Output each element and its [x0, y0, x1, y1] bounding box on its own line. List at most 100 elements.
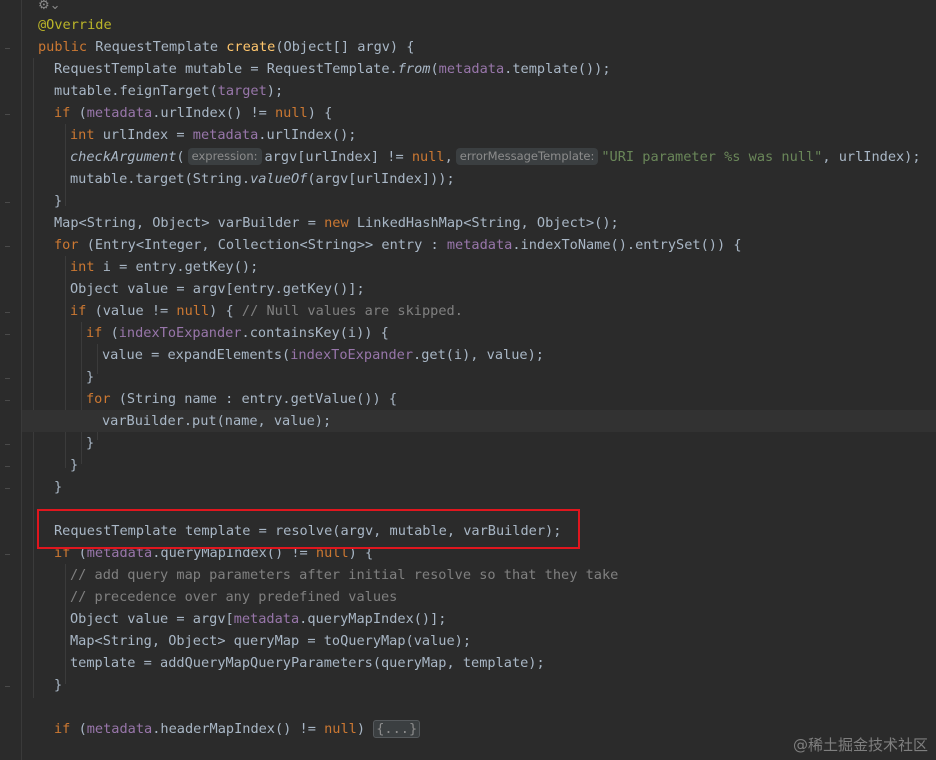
code-token: LinkedHashMap<String, Object>(); [356, 215, 619, 231]
settings-icon: ⚙ [38, 0, 50, 13]
code-line[interactable]: RequestTemplate mutable = RequestTemplat… [22, 58, 936, 80]
fold-marker[interactable] [5, 686, 10, 687]
code-token: } [86, 369, 95, 385]
keyword-token: public [38, 39, 96, 55]
code-line[interactable]: for (Entry<Integer, Collection<String>> … [22, 234, 936, 256]
code-line[interactable]: // precedence over any predefined values [22, 586, 936, 608]
fold-marker[interactable] [5, 444, 10, 445]
code-token: } [86, 435, 95, 451]
code-token: Map<String, Object> varBuilder = [54, 215, 325, 231]
code-token: Map<String, Object> queryMap = toQueryMa… [70, 633, 472, 649]
code-line[interactable]: checkArgument(expression: argv[urlIndex] … [22, 146, 936, 168]
fold-marker[interactable] [5, 378, 10, 379]
code-token: varBuilder.put(name, value); [102, 413, 332, 429]
code-token: ); [266, 83, 284, 99]
code-line[interactable]: public RequestTemplate create(Object[] a… [22, 36, 936, 58]
code-line[interactable]: @Override [22, 14, 936, 36]
code-line[interactable]: Object value = argv[metadata.queryMapInd… [22, 608, 936, 630]
code-token: .indexToName().entrySet()) { [512, 237, 742, 253]
code-token: RequestTemplate template = resolve(argv,… [54, 523, 562, 539]
code-token: ) { [348, 545, 374, 561]
keyword-token: null [324, 721, 357, 737]
code-line[interactable]: mutable.target(String.valueOf(argv[urlIn… [22, 168, 936, 190]
fold-marker[interactable] [5, 466, 10, 467]
keyword-token: if [54, 105, 79, 121]
code-line[interactable] [22, 498, 936, 520]
code-line[interactable]: int urlIndex = metadata.urlIndex(); [22, 124, 936, 146]
field-token: metadata [446, 237, 513, 253]
fold-marker[interactable] [5, 334, 10, 335]
code-line[interactable]: value = expandElements(indexToExpander.g… [22, 344, 936, 366]
keyword-token: for [86, 391, 119, 407]
code-token: .get(i), value); [413, 347, 544, 363]
field-token: metadata [438, 61, 505, 77]
code-line[interactable]: if (indexToExpander.containsKey(i)) { [22, 322, 936, 344]
fold-marker[interactable] [5, 114, 10, 115]
fold-marker[interactable] [5, 312, 10, 313]
code-line[interactable]: } [22, 432, 936, 454]
code-line[interactable] [22, 696, 936, 718]
code-line[interactable]: Object value = argv[entry.getKey()]; [22, 278, 936, 300]
code-token: value = expandElements( [102, 347, 291, 363]
code-token: ) [356, 721, 374, 737]
code-line[interactable]: Map<String, Object> varBuilder = new Lin… [22, 212, 936, 234]
code-token: , urlIndex); [822, 149, 921, 165]
parameter-hint: errorMessageTemplate: [455, 148, 599, 165]
code-token: } [54, 677, 63, 693]
comment-token: // precedence over any predefined values [70, 589, 398, 605]
keyword-token: null [315, 545, 349, 561]
code-token: template = addQueryMapQueryParameters(qu… [70, 655, 545, 671]
field-token: metadata [233, 611, 300, 627]
code-token: .containsKey(i)) { [241, 325, 389, 341]
keyword-token: if [54, 545, 79, 561]
fold-marker[interactable] [5, 48, 10, 49]
code-line[interactable]: // add query map parameters after initia… [22, 564, 936, 586]
code-line[interactable]: } [22, 476, 936, 498]
code-vision-menu[interactable]: ⚙⌄ [38, 0, 61, 13]
keyword-token: if [70, 303, 95, 319]
code-line[interactable]: } [22, 454, 936, 476]
keyword-token: int [70, 259, 103, 275]
fold-marker[interactable] [5, 400, 10, 401]
code-line[interactable]: for (String name : entry.getValue()) { [22, 388, 936, 410]
field-token: target [217, 83, 267, 99]
code-token: .template()); [504, 61, 611, 77]
code-token: (argv[urlIndex])); [307, 171, 455, 187]
keyword-token: if [54, 721, 79, 737]
code-line[interactable]: Map<String, Object> queryMap = toQueryMa… [22, 630, 936, 652]
chevron-down-icon: ⌄ [49, 0, 61, 13]
fold-marker[interactable] [5, 554, 10, 555]
code-line[interactable]: int i = entry.getKey(); [22, 256, 936, 278]
code-token: .queryMapIndex()]; [299, 611, 447, 627]
fold-marker[interactable] [5, 202, 10, 203]
code-token: .urlIndex() != [152, 105, 275, 121]
code-token: (String name : entry.getValue()) { [118, 391, 398, 407]
code-editor[interactable]: @Override public RequestTemplate create(… [22, 0, 936, 760]
field-token: indexToExpander [118, 325, 242, 341]
code-line-current[interactable]: varBuilder.put(name, value); [22, 410, 936, 432]
field-token: indexToExpander [290, 347, 414, 363]
code-line[interactable]: template = addQueryMapQueryParameters(qu… [22, 652, 936, 674]
fold-marker[interactable] [5, 246, 10, 247]
editor-gutter[interactable] [0, 0, 22, 760]
keyword-token: int [70, 127, 103, 143]
code-line[interactable]: } [22, 674, 936, 696]
code-line[interactable]: RequestTemplate template = resolve(argv,… [22, 520, 936, 542]
code-token: mutable.target(String. [70, 171, 251, 187]
keyword-token: null [411, 149, 445, 165]
parameter-hint: expression: [187, 148, 262, 165]
folded-region-button[interactable]: {...} [373, 720, 421, 738]
code-token: (Entry<Integer, Collection<String>> entr… [86, 237, 447, 253]
keyword-token: if [86, 325, 111, 341]
code-token: ) { [209, 303, 242, 319]
code-line[interactable]: } [22, 366, 936, 388]
method-token: valueOf [250, 171, 308, 187]
watermark: @稀土掘金技术社区 [792, 736, 928, 754]
code-line[interactable]: if (metadata.queryMapIndex() != null) { [22, 542, 936, 564]
code-line[interactable]: if (value != null) { // Null values are … [22, 300, 936, 322]
code-line[interactable]: if (metadata.urlIndex() != null) { [22, 102, 936, 124]
code-line[interactable]: } [22, 190, 936, 212]
code-line[interactable]: mutable.feignTarget(target); [22, 80, 936, 102]
fold-marker[interactable] [5, 488, 10, 489]
keyword-token: null [275, 105, 308, 121]
